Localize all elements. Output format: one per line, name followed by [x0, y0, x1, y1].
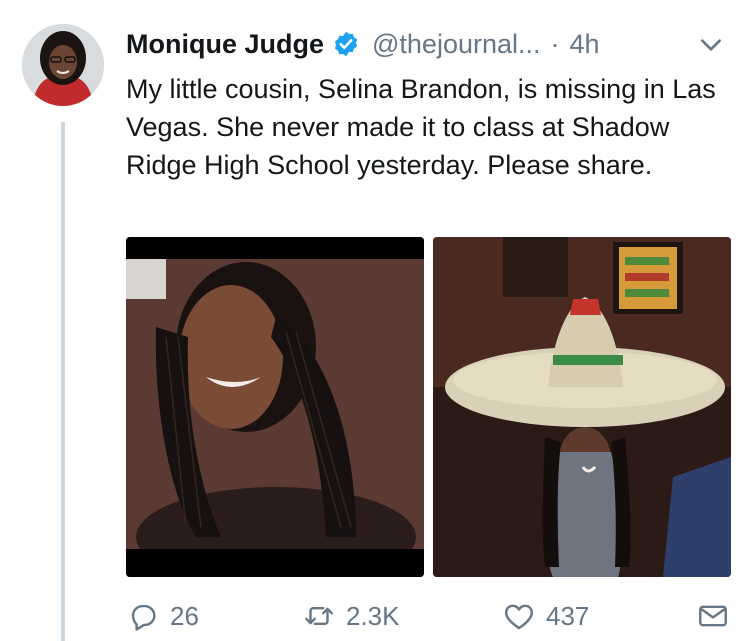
author-avatar[interactable]: [22, 24, 104, 106]
tweet-timestamp[interactable]: 4h: [570, 29, 600, 60]
tweet-header: Monique Judge @thejournal... · 4h: [126, 24, 726, 64]
reply-button[interactable]: 26: [126, 596, 199, 636]
reply-count: 26: [170, 600, 199, 631]
reply-icon: [131, 604, 156, 631]
separator-dot: ·: [550, 28, 560, 59]
retweet-button[interactable]: 2.3K: [302, 596, 400, 636]
tweet-text: My little cousin, Selina Brandon, is mis…: [126, 74, 716, 180]
tweet-actions-bar: 26 2.3K 437: [126, 596, 736, 636]
author-name[interactable]: Monique Judge: [126, 29, 324, 60]
avatar-image: [22, 24, 104, 106]
envelope-icon: [699, 605, 727, 627]
thread-connector-line: [61, 122, 65, 641]
heart-icon: [505, 604, 533, 630]
tweet-photo-2[interactable]: [433, 237, 731, 577]
like-button[interactable]: 437: [502, 596, 589, 636]
retweet-count: 2.3K: [346, 600, 400, 631]
direct-message-button[interactable]: [696, 596, 730, 636]
tweet-photo-1[interactable]: [126, 237, 424, 577]
author-handle[interactable]: @thejournal...: [372, 29, 541, 60]
retweet-icon: [305, 607, 333, 625]
like-count: 437: [546, 600, 590, 631]
chevron-down-icon[interactable]: [698, 32, 724, 58]
verified-badge-icon: [332, 30, 360, 58]
